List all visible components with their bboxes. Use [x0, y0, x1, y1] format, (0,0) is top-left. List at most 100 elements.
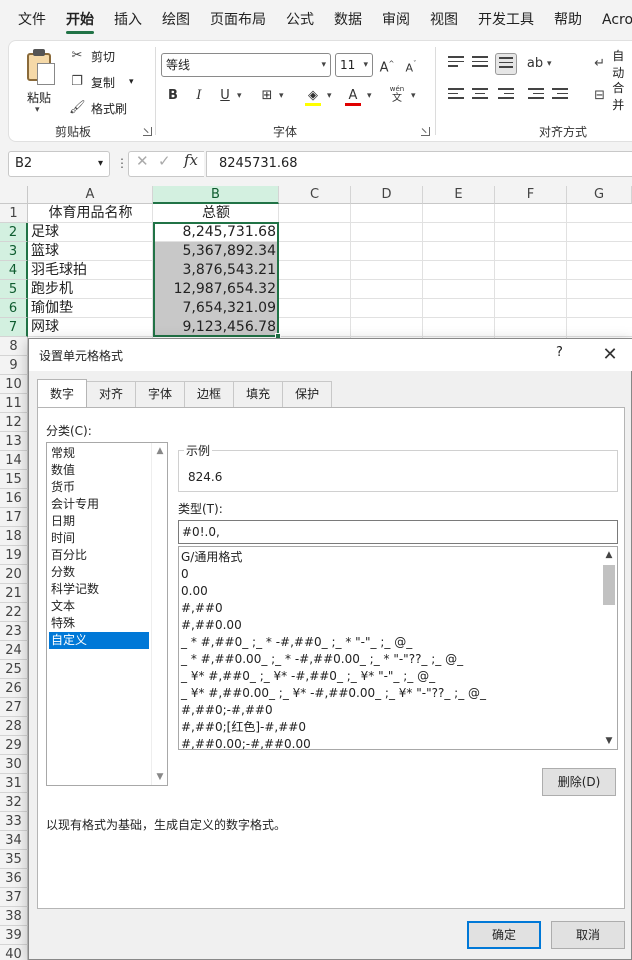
- scroll-down-icon[interactable]: ▼: [152, 769, 168, 785]
- cell-a3[interactable]: 篮球: [28, 242, 153, 261]
- align-middle-icon[interactable]: [469, 53, 491, 75]
- format-item[interactable]: 0.00: [181, 583, 208, 600]
- cell-b4[interactable]: 3,876,543.21: [153, 261, 279, 280]
- menu-review[interactable]: 审阅: [372, 0, 420, 40]
- tab-protection[interactable]: 保护: [282, 381, 333, 407]
- chevron-down-icon[interactable]: ▾: [411, 85, 416, 107]
- format-list[interactable]: G/通用格式 0 0.00 #,##0 #,##0.00 _ * #,##0_ ;_ * …: [178, 546, 618, 750]
- row-header[interactable]: 22: [0, 603, 28, 622]
- menu-view[interactable]: 视图: [420, 0, 468, 40]
- fill-color-icon[interactable]: ◈: [303, 85, 323, 107]
- chevron-down-icon[interactable]: ▾: [547, 53, 552, 75]
- col-header-c[interactable]: C: [279, 186, 351, 204]
- cell-a4[interactable]: 羽毛球拍: [28, 261, 153, 280]
- font-launcher-icon[interactable]: [421, 127, 430, 136]
- copy-button[interactable]: ❐ 复制 ▾: [69, 71, 133, 93]
- row-header[interactable]: 37: [0, 888, 28, 907]
- row-header[interactable]: 6: [0, 299, 28, 318]
- row-header[interactable]: 33: [0, 812, 28, 831]
- category-item[interactable]: 科学记数: [49, 581, 149, 598]
- underline-button[interactable]: U: [215, 85, 235, 107]
- delete-button[interactable]: 删除(D): [542, 768, 616, 796]
- chevron-down-icon[interactable]: ▾: [279, 85, 284, 107]
- row-header[interactable]: 30: [0, 755, 28, 774]
- help-icon[interactable]: ?: [556, 345, 563, 360]
- row-header[interactable]: 35: [0, 850, 28, 869]
- ok-button[interactable]: 确定: [467, 921, 541, 949]
- tab-font[interactable]: 字体: [135, 381, 186, 407]
- align-bottom-icon[interactable]: [495, 53, 517, 75]
- menu-home[interactable]: 开始: [56, 0, 104, 40]
- category-item[interactable]: 数值: [49, 462, 149, 479]
- chevron-down-icon[interactable]: ▾: [367, 85, 372, 107]
- cell-a5[interactable]: 跑步机: [28, 280, 153, 299]
- orientation-icon[interactable]: ab: [525, 53, 545, 75]
- row-header[interactable]: 9: [0, 356, 28, 375]
- category-item[interactable]: 文本: [49, 598, 149, 615]
- row-header[interactable]: 13: [0, 432, 28, 451]
- bold-button[interactable]: B: [163, 85, 183, 107]
- cell-a6[interactable]: 瑜伽垫: [28, 299, 153, 318]
- enter-icon[interactable]: ✓: [158, 152, 171, 170]
- row-header[interactable]: 23: [0, 622, 28, 641]
- row-header[interactable]: 16: [0, 489, 28, 508]
- scroll-up-icon[interactable]: ▲: [152, 443, 168, 459]
- col-header-e[interactable]: E: [423, 186, 495, 204]
- format-item[interactable]: #,##0.00: [181, 617, 242, 634]
- menu-help[interactable]: 帮助: [544, 0, 592, 40]
- align-left-icon[interactable]: [445, 85, 467, 107]
- row-header[interactable]: 29: [0, 736, 28, 755]
- menu-draw[interactable]: 绘图: [152, 0, 200, 40]
- row-header[interactable]: 38: [0, 907, 28, 926]
- category-item[interactable]: 时间: [49, 530, 149, 547]
- format-item[interactable]: _ ¥* #,##0.00_ ;_ ¥* -#,##0.00_ ;_ ¥* "-…: [181, 685, 486, 702]
- cancel-icon[interactable]: ✕: [136, 152, 149, 170]
- scroll-thumb[interactable]: [603, 565, 615, 605]
- format-item[interactable]: _ ¥* #,##0_ ;_ ¥* -#,##0_ ;_ ¥* "-"_ ;_ …: [181, 668, 435, 685]
- format-item[interactable]: #,##0;[红色]-#,##0: [181, 719, 306, 736]
- row-header[interactable]: 32: [0, 793, 28, 812]
- row-header[interactable]: 15: [0, 470, 28, 489]
- phonetic-icon[interactable]: wén 文: [387, 85, 407, 107]
- row-header[interactable]: 1: [0, 204, 28, 223]
- menu-formulas[interactable]: 公式: [276, 0, 324, 40]
- format-item[interactable]: G/通用格式: [181, 549, 242, 566]
- col-header-b[interactable]: B: [153, 186, 279, 204]
- cancel-button[interactable]: 取消: [551, 921, 625, 949]
- row-header[interactable]: 3: [0, 242, 28, 261]
- col-header-g[interactable]: G: [567, 186, 632, 204]
- format-item[interactable]: 0: [181, 566, 189, 583]
- font-size-select[interactable]: 11 ▾: [335, 53, 373, 77]
- category-scrollbar[interactable]: ▲ ▼: [151, 443, 167, 785]
- chevron-down-icon[interactable]: ▾: [237, 85, 242, 107]
- col-header-a[interactable]: A: [28, 186, 153, 204]
- category-list[interactable]: 常规 数值 货币 会计专用 日期 时间 百分比 分数 科学记数 文本 特殊 自定义 ▲ ▼: [46, 442, 168, 786]
- cell-a1[interactable]: 体育用品名称: [28, 204, 153, 223]
- tab-border[interactable]: 边框: [184, 381, 235, 407]
- increase-indent-icon[interactable]: [549, 85, 571, 107]
- row-header[interactable]: 31: [0, 774, 28, 793]
- cell-b6[interactable]: 7,654,321.09: [153, 299, 279, 318]
- row-header[interactable]: 21: [0, 584, 28, 603]
- row-header[interactable]: 25: [0, 660, 28, 679]
- category-item[interactable]: 货币: [49, 479, 149, 496]
- category-item[interactable]: 百分比: [49, 547, 149, 564]
- menu-developer[interactable]: 开发工具: [468, 0, 544, 40]
- category-item[interactable]: 自定义: [49, 632, 149, 649]
- row-header[interactable]: 4: [0, 261, 28, 280]
- row-header[interactable]: 11: [0, 394, 28, 413]
- merge-button[interactable]: ⊟ 合并: [593, 81, 632, 112]
- close-icon[interactable]: ✕: [597, 342, 623, 368]
- menu-file[interactable]: 文件: [8, 0, 56, 40]
- row-header[interactable]: 7: [0, 318, 28, 337]
- format-item[interactable]: #,##0;-#,##0: [181, 702, 273, 719]
- insert-function-icon[interactable]: fx: [184, 151, 198, 169]
- align-top-icon[interactable]: [445, 53, 467, 75]
- menu-acrobat[interactable]: Acrobat: [592, 0, 632, 40]
- row-header[interactable]: 20: [0, 565, 28, 584]
- italic-button[interactable]: I: [189, 85, 209, 107]
- scroll-up-icon[interactable]: ▲: [601, 547, 617, 563]
- row-header[interactable]: 10: [0, 375, 28, 394]
- row-header[interactable]: 28: [0, 717, 28, 736]
- cell-b1[interactable]: 总额: [153, 204, 279, 223]
